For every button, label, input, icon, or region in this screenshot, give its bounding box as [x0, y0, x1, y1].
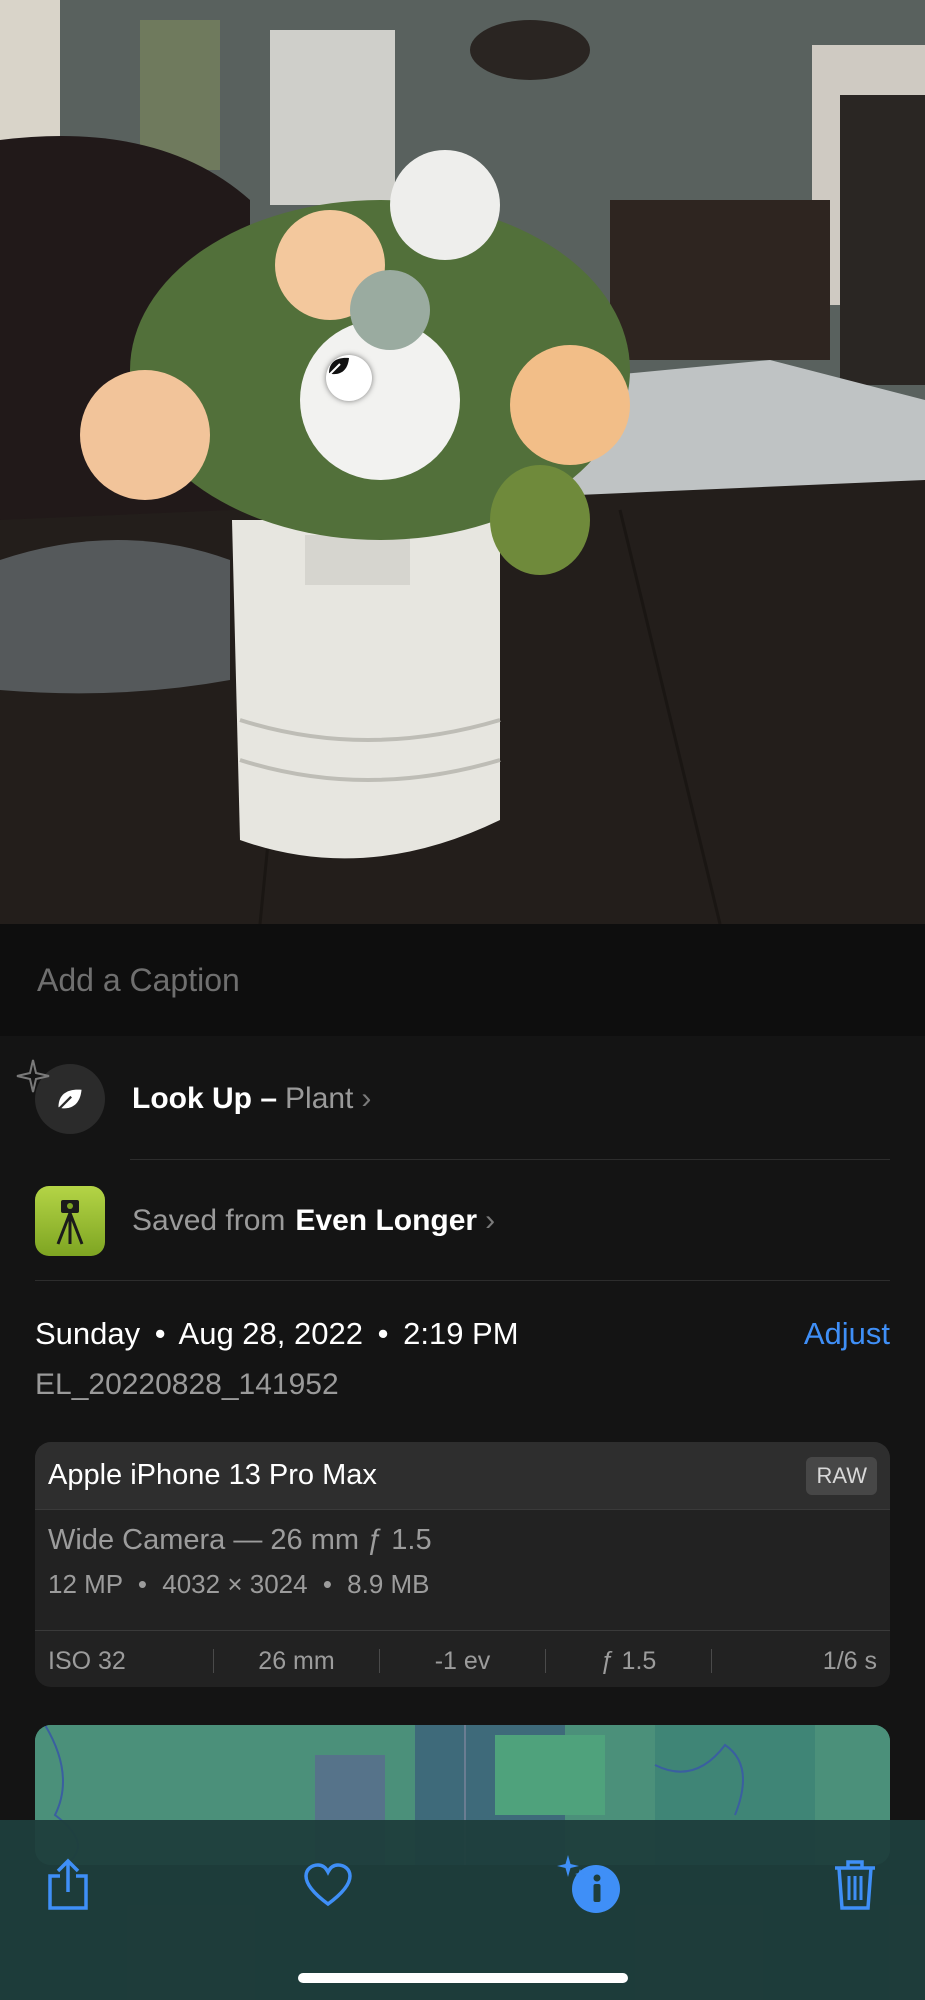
share-icon — [48, 1858, 88, 1910]
saved-from-app: Even Longer — [295, 1204, 478, 1237]
delete-button[interactable] — [820, 1850, 890, 1920]
chevron-right-icon: › — [361, 1082, 372, 1115]
info-sparkle-icon — [557, 1855, 620, 1913]
look-up-label: Look Up – — [132, 1082, 278, 1115]
visual-lookup-badge[interactable] — [326, 355, 372, 401]
photo[interactable] — [0, 0, 925, 924]
exif-row: ISO 32 26 mm -1 ev ƒ 1.5 1/6 s — [35, 1631, 890, 1687]
share-button[interactable] — [33, 1850, 103, 1920]
exif-iso: ISO 32 — [48, 1646, 126, 1675]
format-badge: RAW — [806, 1456, 877, 1495]
look-up-icon-circle — [16, 1059, 105, 1134]
file-name: EL_20220828_141952 — [35, 1368, 339, 1401]
image-specs: 12 MP • 4032 × 3024 • 8.9 MB — [48, 1569, 430, 1599]
device-name: Apple iPhone 13 Pro Max — [48, 1459, 377, 1491]
metadata-card-header: Apple iPhone 13 Pro Max RAW — [35, 1442, 890, 1510]
date-date: Aug 28, 2022 — [178, 1316, 363, 1351]
saved-from-row[interactable]: Saved from Even Longer › — [35, 1186, 890, 1256]
favorite-button[interactable] — [293, 1850, 363, 1920]
exif-aperture: ƒ 1.5 — [600, 1646, 657, 1675]
chevron-right-icon: › — [485, 1204, 496, 1237]
file-size: 8.9 MB — [347, 1569, 430, 1599]
metadata-card-body: Wide Camera — 26 mm ƒ 1.5 12 MP • 4032 ×… — [35, 1510, 890, 1631]
leaf-icon — [328, 357, 349, 376]
photo-scene — [0, 0, 925, 924]
home-indicator[interactable] — [298, 1973, 628, 1983]
resolution: 4032 × 3024 — [162, 1569, 308, 1599]
look-up-row[interactable]: Look Up – Plant › — [16, 1059, 890, 1134]
heart-icon — [304, 1863, 352, 1907]
megapixels: 12 MP — [48, 1569, 123, 1599]
caption-input[interactable] — [35, 954, 889, 1006]
bottom-toolbar — [0, 1820, 925, 2000]
adjust-button[interactable]: Adjust — [804, 1316, 890, 1352]
caption-area — [0, 924, 925, 1036]
exif-exposure-bias: -1 ev — [434, 1646, 491, 1675]
capture-date: Sunday • Aug 28, 2022 • 2:19 PM — [35, 1316, 519, 1351]
look-up-subject: Plant — [285, 1082, 354, 1115]
exif-focal-length: 26 mm — [258, 1646, 335, 1675]
divider — [35, 1280, 890, 1281]
info-panel: Look Up – Plant › Saved from Even Longer… — [0, 1036, 925, 1865]
date-time: 2:19 PM — [403, 1316, 519, 1351]
date-day: Sunday — [35, 1316, 141, 1351]
saved-from-prefix: Saved from — [132, 1204, 286, 1237]
tripod-camera-icon — [56, 1200, 84, 1245]
info-button[interactable] — [556, 1850, 626, 1920]
divider — [130, 1159, 890, 1160]
leaf-icon — [57, 1089, 82, 1111]
trash-icon — [835, 1860, 875, 1910]
metadata-card: Apple iPhone 13 Pro Max RAW Wide Camera … — [35, 1442, 890, 1687]
exif-shutter-speed: 1/6 s — [822, 1646, 877, 1675]
even-longer-app-icon — [35, 1186, 105, 1256]
lens-info: Wide Camera — 26 mm ƒ 1.5 — [48, 1524, 432, 1556]
sparkle-icon — [16, 1059, 50, 1093]
